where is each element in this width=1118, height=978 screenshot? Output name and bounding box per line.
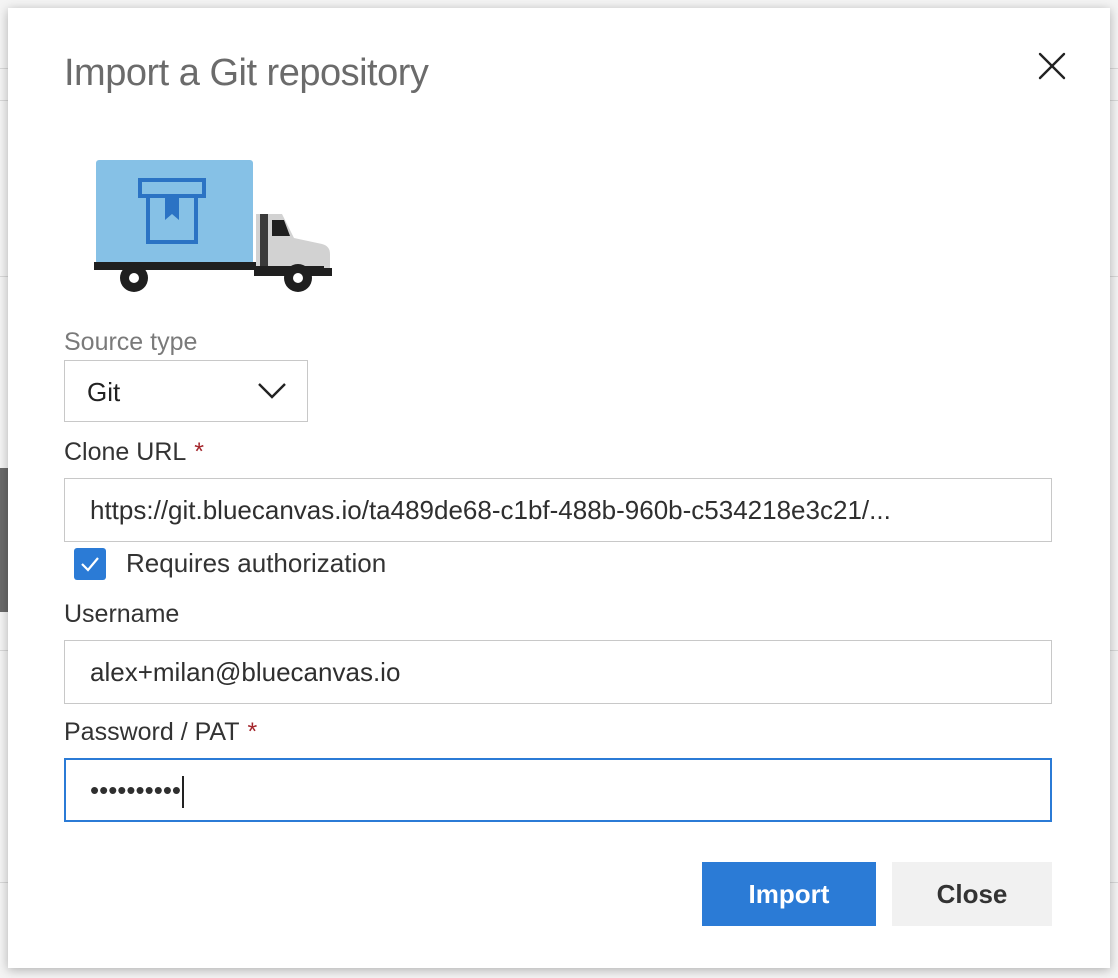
source-type-label: Source type <box>64 328 198 356</box>
username-label: Username <box>64 600 180 628</box>
source-type-value: Git <box>87 377 121 407</box>
dialog-title: Import a Git repository <box>64 52 429 94</box>
password-value: •••••••••• <box>90 775 1030 809</box>
clone-url-label: Clone URL * <box>64 438 204 467</box>
source-type-select[interactable]: Git <box>64 360 308 422</box>
password-masked-text: •••••••••• <box>90 775 182 805</box>
clone-url-value: https://git.bluecanvas.io/ta489de68-c1bf… <box>90 495 891 525</box>
import-button[interactable]: Import <box>702 862 876 926</box>
close-icon[interactable] <box>1034 48 1070 84</box>
password-label: Password / PAT * <box>64 718 257 747</box>
required-marker: * <box>247 718 258 746</box>
requires-authorization-label[interactable]: Requires authorization <box>126 548 386 579</box>
clone-url-label-text: Clone URL <box>64 438 187 466</box>
requires-authorization-checkbox[interactable] <box>74 548 106 580</box>
required-marker: * <box>194 438 205 466</box>
password-label-text: Password / PAT <box>64 718 240 746</box>
import-repository-dialog: Import a Git repository Source type Git … <box>8 8 1110 968</box>
checkmark-icon <box>81 557 99 572</box>
close-button[interactable]: Close <box>892 862 1052 926</box>
delivery-truck-illustration <box>94 158 334 298</box>
username-input[interactable]: alex+milan@bluecanvas.io <box>64 640 1052 704</box>
password-input[interactable]: •••••••••• <box>64 758 1052 822</box>
clone-url-input[interactable]: https://git.bluecanvas.io/ta489de68-c1bf… <box>64 478 1052 542</box>
chevron-down-icon <box>258 383 286 399</box>
username-value: alex+milan@bluecanvas.io <box>90 657 401 687</box>
text-caret <box>182 776 185 809</box>
